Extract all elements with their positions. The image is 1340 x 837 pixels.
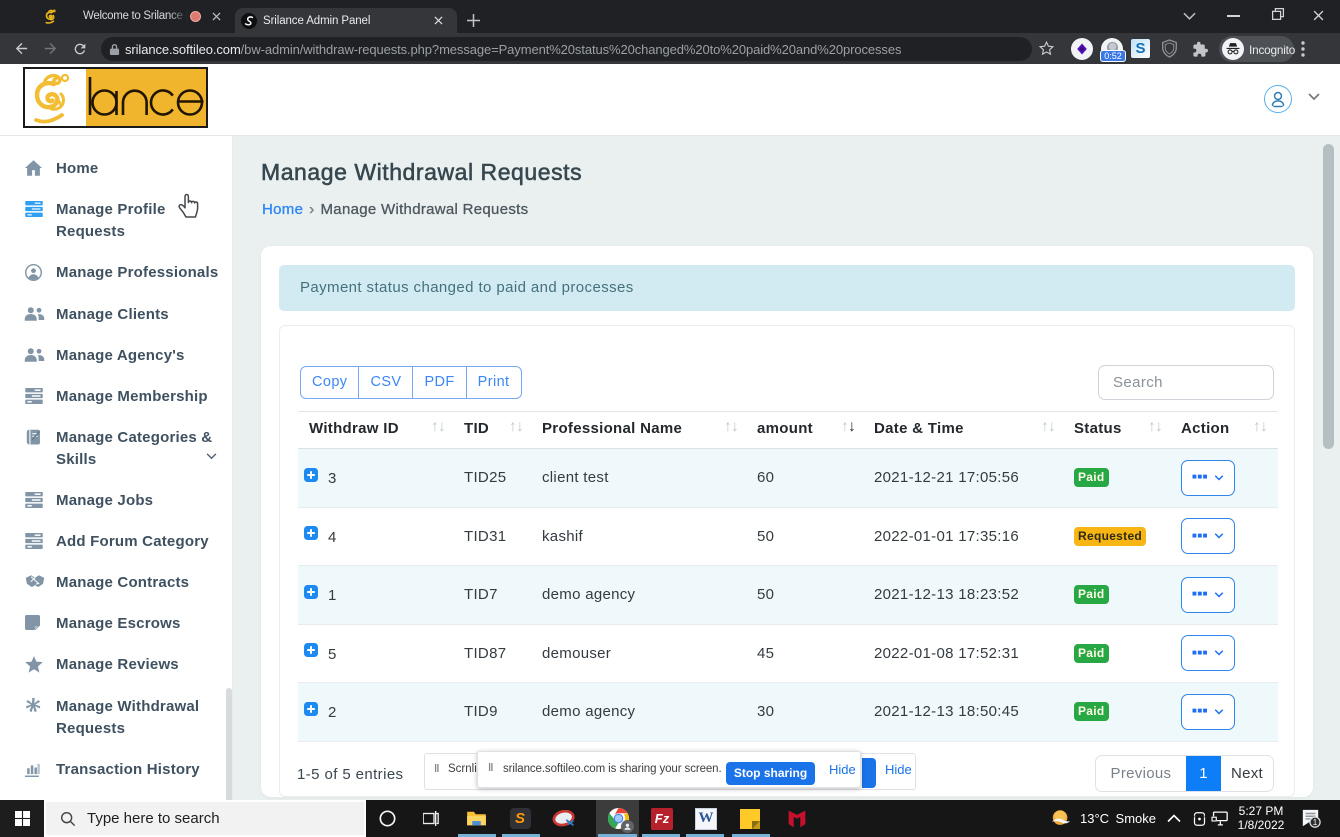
svg-text:1: 1 [1313, 818, 1318, 827]
